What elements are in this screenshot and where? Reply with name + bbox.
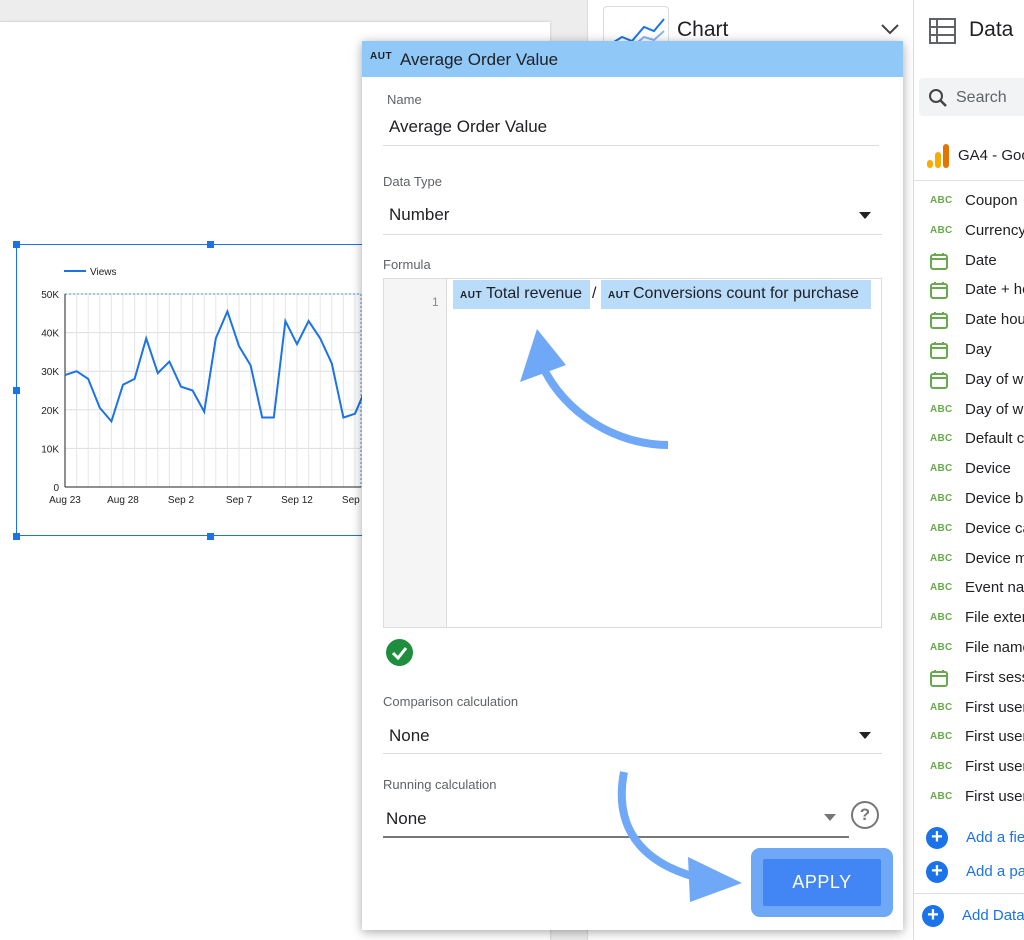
arrow-head-apply [688,857,742,902]
annotation-arrows [520,329,742,902]
arrow-to-formula [538,363,669,449]
